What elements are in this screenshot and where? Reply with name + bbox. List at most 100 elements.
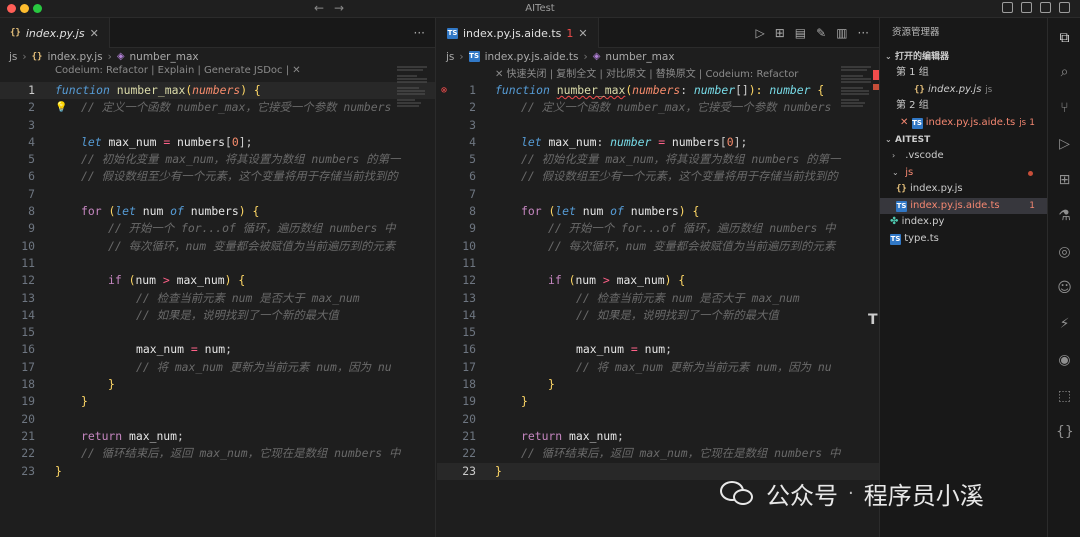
code-line: 18} — [462, 377, 555, 392]
breadcrumb-file[interactable]: index.py.js.aide.ts — [485, 51, 579, 63]
tree-file-index-py[interactable]: ✤ index.py — [880, 214, 1047, 231]
tree-file-aide-ts[interactable]: TS index.py.js.aide.ts 1 — [880, 197, 1047, 214]
tree-file-index-py-js[interactable]: {} index.py.js — [880, 181, 1047, 198]
js-file-icon: {} — [10, 28, 21, 38]
lightbulb-icon[interactable]: 💡 — [55, 99, 67, 116]
minimap-left[interactable] — [397, 66, 431, 136]
code-line: 15 — [462, 325, 476, 340]
codeium-icon[interactable]: ◉ — [1056, 352, 1073, 369]
code-line: 16 max_num = num; — [462, 342, 673, 357]
code-editor-left[interactable]: 1 function number_max(numbers) { 2 💡// 定义一… — [0, 82, 435, 480]
ts-file-icon: TS — [468, 51, 480, 62]
code-line: 23} — [21, 463, 62, 478]
puzzle-icon[interactable]: ⬚ — [1056, 388, 1073, 405]
code-line: 17// 将 max_num 更新为当前元素 num，因为 nu — [21, 359, 392, 374]
code-line: 15 — [21, 325, 35, 340]
breadcrumb-folder[interactable]: js — [446, 51, 454, 63]
layout-icon-4[interactable] — [1059, 2, 1070, 13]
tab-index-py-js[interactable]: {} index.py.js ✕ — [0, 18, 110, 48]
js-file-icon: {} — [914, 84, 925, 95]
codelens-actions[interactable]: ✕ 快速关闭 | 复制全文 | 对比原文 | 替换原文 | Codeium: R… — [437, 65, 879, 82]
lightning-icon[interactable]: ⚡ — [1056, 316, 1073, 333]
extensions-icon[interactable]: ⊞ — [1056, 172, 1073, 189]
code-line: 5// 初始化变量 max_num，将其设置为数组 numbers 的第一 — [469, 152, 841, 167]
code-line: 11 — [462, 255, 476, 270]
tab-label: index.py.js — [25, 26, 85, 40]
open-editors-section[interactable]: ⌄ 打开的编辑器 — [880, 48, 1047, 65]
code-line: 18} — [21, 377, 115, 392]
chevron-right-icon: › — [583, 50, 588, 63]
copilot-icon[interactable]: ☺ — [1056, 280, 1073, 297]
code-line: 21 return max_num; — [462, 428, 624, 443]
ts-file-icon: TS — [911, 117, 923, 129]
code-line: 19} — [462, 394, 528, 409]
tree-file-type-ts[interactable]: TS type.ts — [880, 231, 1047, 248]
code-line: 16 max_num = num; — [21, 342, 233, 357]
split-editor-icon[interactable]: ▥ — [836, 26, 847, 40]
code-line: 6// 假设数组至少有一个元素，这个变量将用于存储当前找到的 — [469, 169, 838, 184]
python-file-icon: ✤ — [890, 216, 899, 227]
error-dot — [1028, 170, 1033, 176]
compare-icon[interactable]: ⊞ — [775, 26, 785, 40]
wechat-logo-icon — [720, 479, 756, 509]
code-line: 22// 循环结束后，返回 max_num，它现在是数组 numbers 中 — [21, 446, 401, 461]
breadcrumb-file[interactable]: index.py.js — [47, 51, 102, 63]
code-line: 7 — [469, 186, 476, 201]
more-actions-icon[interactable]: ··· — [858, 26, 869, 40]
tree-folder-vscode[interactable]: › .vscode — [880, 148, 1047, 165]
js-file-icon: {} — [896, 184, 907, 194]
ts-file-icon: TS — [890, 233, 901, 245]
tree-folder-js[interactable]: ⌄ js — [880, 165, 1047, 182]
code-line: 10// 每次循环，num 变量都会被赋值为当前遍历到的元素 — [21, 238, 396, 253]
code-line: 13// 检查当前元素 num 是否大于 max_num — [21, 290, 360, 305]
chevron-down-icon: ⌄ — [885, 135, 892, 144]
code-line: 22// 循环结束后，返回 max_num，它现在是数组 numbers 中 — [462, 446, 841, 461]
ts-file-icon: TS — [447, 27, 458, 39]
code-line: 4 let max_num: number = numbers[0]; — [469, 134, 748, 149]
chevron-down-icon: ⌄ — [892, 167, 899, 177]
source-control-icon[interactable]: ⑂ — [1056, 100, 1073, 117]
layout-icon-1[interactable] — [1002, 2, 1013, 13]
run-debug-icon[interactable]: ▷ — [1056, 136, 1073, 153]
editor-group-2[interactable]: 第 2 组 — [880, 98, 1047, 115]
problem-count: 1 — [566, 26, 574, 40]
edit-icon[interactable]: ✎ — [816, 26, 826, 40]
watermark-dot: · — [848, 483, 854, 504]
minimap-right[interactable] — [841, 66, 875, 136]
code-line: 1 function number_max(numbers) { — [0, 82, 435, 100]
layout-icon-3[interactable] — [1040, 2, 1051, 13]
braces-icon[interactable]: {} — [1056, 424, 1074, 441]
preview-icon[interactable]: ▤ — [795, 26, 806, 40]
open-editor-item[interactable]: {} index.py.js js — [880, 82, 1047, 99]
project-section[interactable]: ⌄ AITEST — [880, 131, 1047, 148]
breadcrumb: js › TS index.py.js.aide.ts › ◈ number_m… — [437, 48, 879, 65]
open-editor-item[interactable]: ✕ TS index.py.js.aide.ts js 1 — [880, 115, 1047, 132]
code-line: 9// 开始一个 for...of 循环，遍历数组 numbers 中 — [28, 221, 396, 236]
code-line: ⊗ 1 function number_max(numbers: number[])… — [437, 82, 879, 99]
code-editor-right[interactable]: ⊗ 1 function number_max(numbers: number[])… — [437, 82, 879, 480]
close-icon[interactable]: ✕ — [90, 27, 99, 40]
breadcrumb-symbol[interactable]: number_max — [130, 51, 199, 63]
breadcrumb: js › {} index.py.js › ◈ number_max — [0, 48, 435, 65]
close-icon[interactable]: ✕ — [900, 117, 908, 128]
run-icon[interactable]: ▷ — [756, 26, 765, 40]
js-file-icon: {} — [31, 51, 43, 62]
more-actions-icon[interactable]: ··· — [414, 26, 425, 40]
layout-controls — [1002, 2, 1070, 13]
testing-icon[interactable]: ⚗ — [1056, 208, 1073, 225]
breadcrumb-symbol[interactable]: number_max — [605, 51, 674, 63]
explorer-icon[interactable]: ⧉ — [1056, 30, 1073, 47]
tab-index-py-js-aide-ts[interactable]: TS index.py.js.aide.ts 1 ✕ — [437, 18, 599, 48]
code-line: 2 💡// 定义一个函数 number_max，它接受一个参数 numbers — [0, 99, 435, 116]
code-line: 8 for (let num of numbers) { — [28, 204, 260, 219]
code-line: 10// 每次循环，num 变量都会被赋值为当前遍历到的元素 — [462, 238, 836, 253]
editor-group-1[interactable]: 第 1 组 — [880, 65, 1047, 82]
editor-pane-left: {} index.py.js ✕ ··· js › {} index.py.js… — [0, 18, 436, 537]
close-icon[interactable]: ✕ — [578, 27, 587, 40]
remote-icon[interactable]: ◎ — [1056, 244, 1073, 261]
layout-icon-2[interactable] — [1021, 2, 1032, 13]
codelens[interactable]: Codeium: Refactor | Explain | Generate J… — [0, 65, 435, 82]
watermark-text: 公众号 — [766, 482, 838, 510]
search-icon[interactable]: ⌕ — [1056, 64, 1073, 81]
breadcrumb-folder[interactable]: js — [9, 51, 17, 63]
